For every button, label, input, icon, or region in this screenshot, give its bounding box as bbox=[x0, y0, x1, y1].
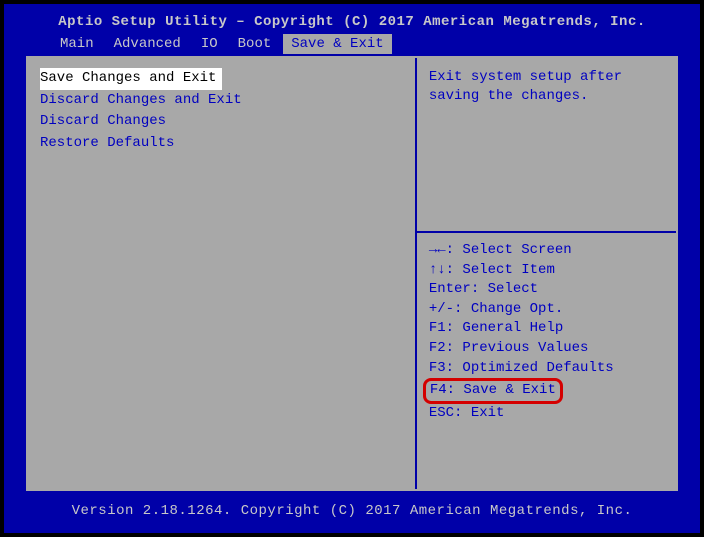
tab-io[interactable]: IO bbox=[193, 34, 226, 54]
key-f1: F1: General Help bbox=[429, 319, 664, 339]
key-select-item: ↑↓: Select Item bbox=[429, 261, 664, 281]
key-f2: F2: Previous Values bbox=[429, 339, 664, 359]
tab-main[interactable]: Main bbox=[52, 34, 102, 54]
menu-save-changes-exit[interactable]: Save Changes and Exit bbox=[40, 68, 222, 90]
menu-discard-changes[interactable]: Discard Changes bbox=[40, 111, 403, 133]
key-help-list: →←: Select Screen ↑↓: Select Item Enter:… bbox=[417, 233, 676, 431]
menu-discard-changes-exit[interactable]: Discard Changes and Exit bbox=[40, 90, 403, 112]
tab-bar: Main Advanced IO Boot Save & Exit bbox=[4, 34, 700, 54]
tab-save-exit[interactable]: Save & Exit bbox=[283, 34, 391, 54]
key-f3: F3: Optimized Defaults bbox=[429, 359, 664, 379]
key-f4-highlight: F4: Save & Exit bbox=[429, 378, 664, 404]
highlight-annotation: F4: Save & Exit bbox=[423, 378, 563, 404]
key-esc: ESC: Exit bbox=[429, 404, 664, 424]
key-change-opt: +/-: Change Opt. bbox=[429, 300, 664, 320]
menu-panel: Save Changes and Exit Discard Changes an… bbox=[28, 58, 417, 489]
help-description: Exit system setup after saving the chang… bbox=[417, 58, 676, 233]
tab-advanced[interactable]: Advanced bbox=[106, 34, 189, 54]
menu-restore-defaults[interactable]: Restore Defaults bbox=[40, 133, 403, 155]
bios-window: Aptio Setup Utility – Copyright (C) 2017… bbox=[0, 0, 704, 537]
content-area: Save Changes and Exit Discard Changes an… bbox=[26, 56, 678, 491]
help-panel: Exit system setup after saving the chang… bbox=[417, 58, 676, 489]
bios-title: Aptio Setup Utility – Copyright (C) 2017… bbox=[4, 4, 700, 34]
bios-footer: Version 2.18.1264. Copyright (C) 2017 Am… bbox=[4, 495, 700, 533]
key-enter: Enter: Select bbox=[429, 280, 664, 300]
key-select-screen: →←: Select Screen bbox=[429, 241, 664, 261]
tab-boot[interactable]: Boot bbox=[230, 34, 280, 54]
